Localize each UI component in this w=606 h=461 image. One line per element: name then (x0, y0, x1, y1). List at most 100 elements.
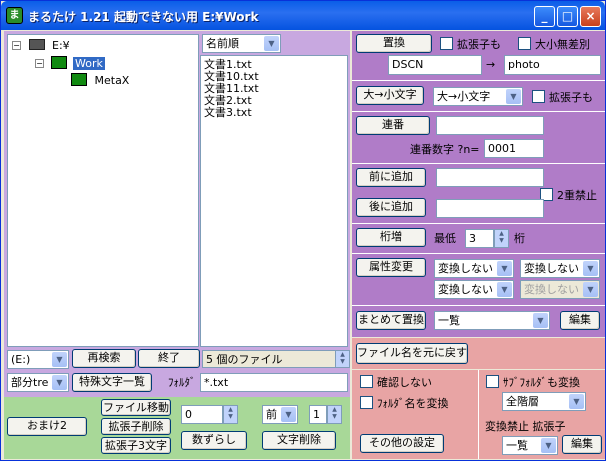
chevron-down-icon: ▼ (506, 89, 521, 104)
rename-panel: 置換 拡張子も 大小無差別 DSCN → photo 大→小文字 大→小文字 ▼ … (352, 31, 605, 337)
spin-buttons[interactable]: ▲ ▼ (335, 350, 350, 368)
serial-digits-label: 連番数字 ?n= (410, 143, 480, 156)
offset-input[interactable]: 0 (181, 405, 223, 424)
pad-digits-button[interactable]: 桁増 (356, 228, 426, 247)
checkbox-icon (532, 90, 545, 103)
case-insensitive-label: 大小無差別 (535, 38, 590, 51)
prepend-button[interactable]: 前に追加 (356, 168, 426, 187)
offset-spinner[interactable]: ▲ ▼ (223, 405, 238, 424)
checkbox-icon (360, 396, 373, 409)
digits-unit: 桁 (514, 232, 525, 245)
subfolder-checkbox[interactable]: ｻﾌﾞﾌｫﾙﾀﾞも変換 (486, 375, 580, 389)
case-ext-checkbox[interactable]: 拡張子も (532, 90, 593, 104)
append-input[interactable] (436, 199, 544, 218)
chevron-down-icon: ▼ (533, 313, 548, 328)
tree-item-metax[interactable]: MetaX (71, 73, 129, 87)
position-value: 前 (266, 408, 277, 421)
char-delete-button[interactable]: 文字削除 (262, 431, 336, 450)
no-double-label: 2重禁止 (557, 189, 597, 202)
chevron-down-icon: ▼ (583, 282, 598, 297)
prepend-input[interactable] (436, 168, 544, 187)
replace-ext-label: 拡張子も (457, 38, 501, 51)
delete-count-input[interactable]: 1 (309, 405, 327, 424)
attr-value: 変換しない (524, 262, 579, 275)
case-mode-value: 大→小文字 (437, 90, 491, 103)
collapse-icon[interactable]: − (12, 41, 21, 50)
other-settings-button[interactable]: その他の設定 (360, 434, 444, 453)
drive-select[interactable]: (E:) ▼ (7, 350, 69, 369)
minimize-button[interactable]: _ (534, 6, 555, 27)
chevron-down-icon: ▼ (264, 36, 279, 51)
replace-button[interactable]: 置換 (356, 34, 432, 53)
batch-list-value: 一覧 (438, 314, 460, 327)
file-items: 文書1.txt 文書10.txt 文書11.txt 文書2.txt 文書3.tx… (204, 59, 259, 119)
ext-edit-button[interactable]: 編集 (562, 435, 602, 454)
attr-select-2[interactable]: 変換しない ▼ (520, 259, 600, 278)
serial-digits-input[interactable]: 0001 (484, 139, 544, 158)
restore-names-button[interactable]: ファイル名を元に戻す (356, 343, 468, 364)
sort-select[interactable]: 名前順 ▼ (202, 34, 281, 53)
drive-value: (E:) (11, 353, 31, 366)
quit-button[interactable]: 終了 (138, 349, 200, 368)
restore-panel: ファイル名を元に戻す (352, 338, 605, 369)
append-button[interactable]: 後に追加 (356, 198, 426, 217)
tree-root-label: E:¥ (52, 39, 70, 52)
attr-value: 変換しない (524, 283, 579, 296)
depth-select[interactable]: 全階層 ▼ (502, 392, 586, 411)
min-digits-input[interactable]: 3 (465, 229, 494, 248)
browser-panel: − E:¥ − Work MetaX 名前順 ▼ 文書1.txt 文書10.txt… (4, 31, 350, 349)
file-move-button[interactable]: ファイル移動 (101, 399, 171, 416)
folder-tree[interactable]: − E:¥ − Work MetaX (7, 34, 199, 347)
serial-number-button[interactable]: 連番 (356, 116, 430, 135)
research-button[interactable]: 再検索 (72, 349, 136, 368)
serial-input[interactable] (436, 116, 544, 135)
tree-root[interactable]: − E:¥ (12, 39, 70, 52)
case-convert-button[interactable]: 大→小文字 (356, 86, 424, 105)
batch-list-select[interactable]: 一覧 ▼ (434, 311, 550, 330)
attr-value: 変換しない (438, 283, 493, 296)
ext-3char-button[interactable]: 拡張子3文字 (101, 437, 171, 454)
title-bar[interactable]: ま まるたけ 1.21 起動できない用 E:¥Work _ □ × (1, 1, 605, 30)
chevron-down-icon: ▼ (52, 352, 67, 367)
replace-from-input[interactable]: DSCN (388, 55, 482, 75)
chevron-down-icon: ▼ (52, 375, 67, 390)
divider (352, 80, 605, 81)
tree-item-label: Work (73, 57, 105, 70)
no-convert-ext-label: 変換禁止 拡張子 (485, 420, 566, 433)
shift-number-button[interactable]: 数ずらし (181, 431, 247, 450)
batch-replace-button[interactable]: まとめて置換 (356, 311, 426, 330)
no-confirm-checkbox[interactable]: 確認しない (360, 375, 432, 389)
case-insensitive-checkbox[interactable]: 大小無差別 (518, 37, 590, 51)
chevron-down-icon: ▼ (281, 407, 296, 422)
min-label: 最低 (434, 232, 456, 245)
ext-list-select[interactable]: 一覧 ▼ (502, 436, 558, 455)
match-mode-select[interactable]: 部分tre ▼ (7, 373, 69, 392)
collapse-icon[interactable]: − (35, 59, 44, 68)
special-chars-button[interactable]: 特殊文字一覧 (72, 373, 152, 392)
subfolder-label: ｻﾌﾞﾌｫﾙﾀﾞも変換 (503, 376, 580, 389)
omake-button[interactable]: おまけ2 (7, 417, 87, 436)
checkbox-icon (486, 375, 499, 388)
ext-delete-button[interactable]: 拡張子削除 (101, 418, 171, 435)
replace-to-input[interactable]: photo (504, 55, 601, 75)
position-select[interactable]: 前 ▼ (262, 405, 298, 424)
batch-edit-button[interactable]: 編集 (560, 311, 600, 330)
attr-select-1[interactable]: 変換しない ▼ (434, 259, 514, 278)
maximize-button[interactable]: □ (557, 6, 578, 27)
list-item[interactable]: 文書3.txt (204, 107, 259, 119)
case-mode-select[interactable]: 大→小文字 ▼ (433, 87, 523, 106)
attr-select-3[interactable]: 変換しない ▼ (434, 280, 514, 299)
checkbox-icon (360, 375, 373, 388)
file-list[interactable]: 文書1.txt 文書10.txt 文書11.txt 文書2.txt 文書3.tx… (200, 55, 348, 347)
drive-icon (28, 39, 45, 50)
replace-ext-checkbox[interactable]: 拡張子も (440, 37, 501, 51)
close-button[interactable]: × (580, 6, 601, 27)
tree-item-work[interactable]: − Work (35, 56, 105, 70)
delete-count-spinner[interactable]: ▲ ▼ (327, 405, 342, 424)
min-digits-spinner[interactable]: ▲ ▼ (494, 229, 509, 248)
folder-label: ﾌｫﾙﾀﾞ (168, 376, 196, 389)
no-double-checkbox[interactable]: 2重禁止 (540, 188, 597, 202)
filter-input[interactable]: *.txt (200, 373, 348, 392)
folder-name-checkbox[interactable]: ﾌｫﾙﾀﾞ名を変換 (360, 396, 449, 410)
attribute-change-button[interactable]: 属性変更 (356, 258, 426, 277)
